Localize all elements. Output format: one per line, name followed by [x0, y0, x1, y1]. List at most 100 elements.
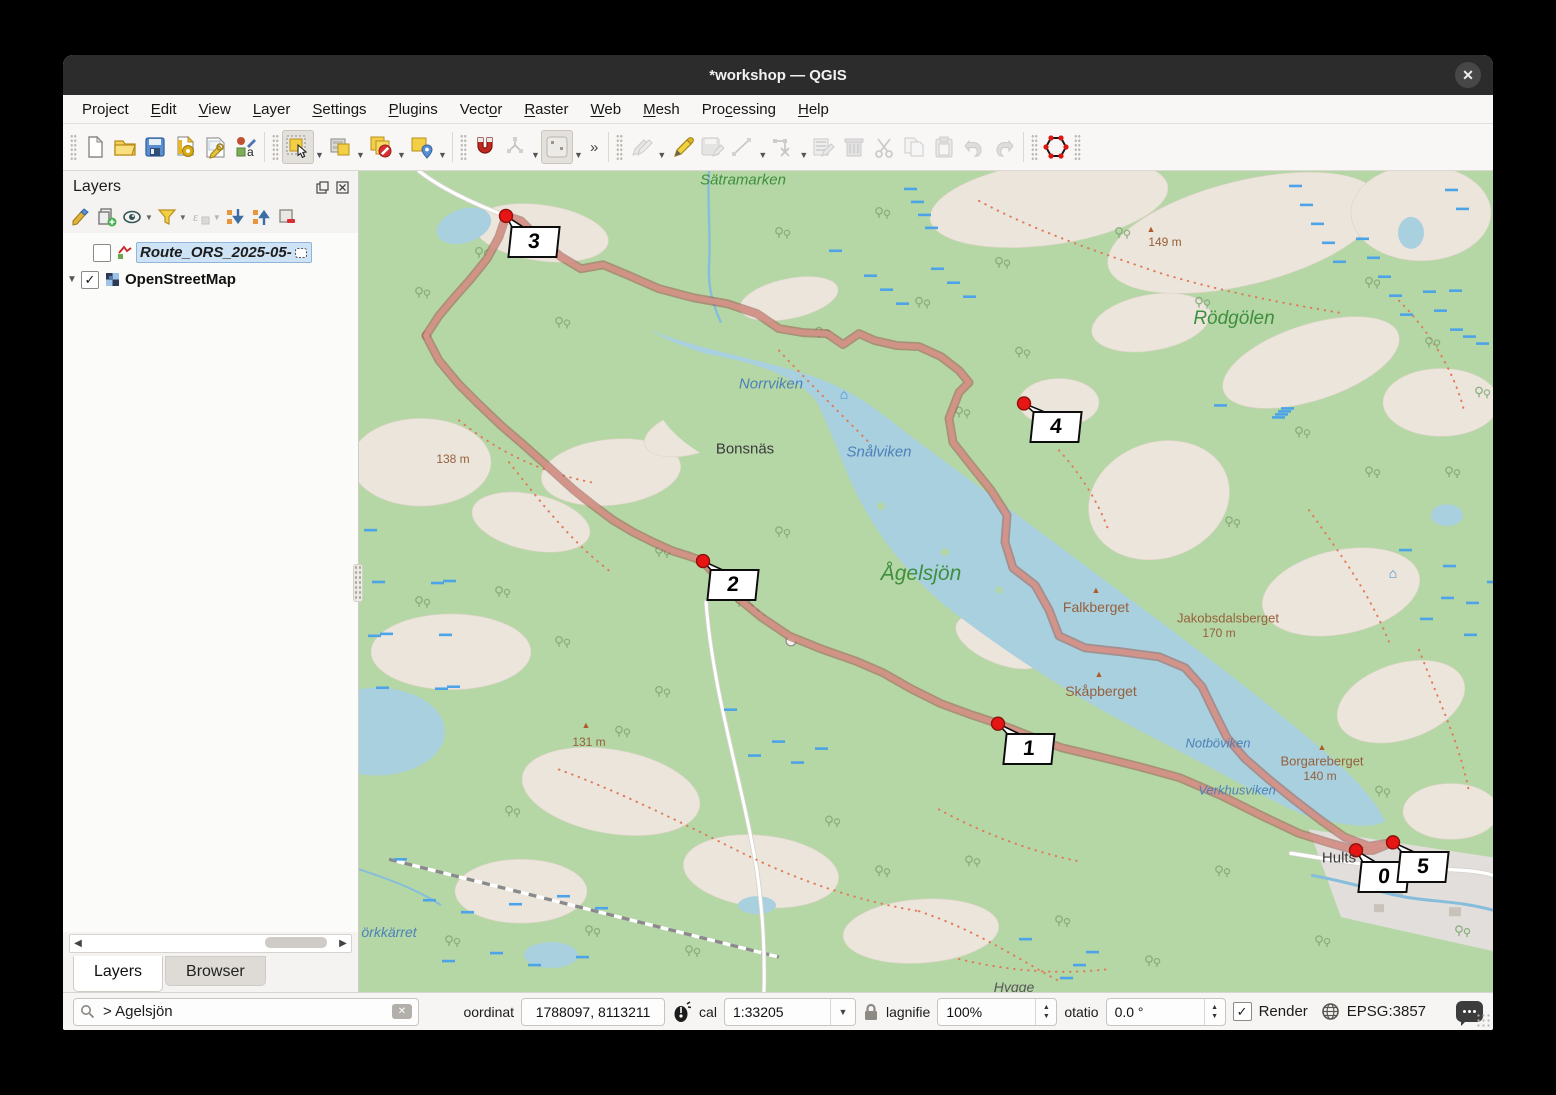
current-edits-dropdown[interactable]: ▼ [656, 128, 667, 167]
magnifier-down-arrow[interactable]: ▼ [1043, 1012, 1050, 1021]
window-resize-grip[interactable] [1476, 1013, 1490, 1027]
close-window-button[interactable]: ✕ [1455, 62, 1481, 88]
layer-row-route[interactable]: Route_ORS_2025-05- [63, 239, 358, 266]
deselect-features-button[interactable] [366, 131, 396, 163]
crs-status[interactable]: EPSG:3857 [1347, 1003, 1426, 1020]
deselect-features-dropdown[interactable]: ▼ [396, 128, 407, 167]
tab-browser[interactable]: Browser [165, 956, 266, 986]
new-project-button[interactable] [80, 131, 110, 163]
menu-raster[interactable]: Raster [513, 98, 579, 121]
toolbar-overflow-button[interactable]: » [584, 139, 604, 156]
show-layout-manager-button[interactable] [200, 131, 230, 163]
filter-legend-dropdown[interactable]: ▼ [179, 213, 187, 222]
advanced-digitizing-dropdown[interactable]: ▼ [573, 128, 584, 167]
remove-layer-icon[interactable] [275, 205, 299, 229]
magnifier-up-arrow[interactable]: ▲ [1043, 1003, 1050, 1012]
tab-layers[interactable]: Layers [73, 956, 164, 992]
menu-settings[interactable]: Settings [301, 98, 377, 121]
scale-combo[interactable]: 1:33205 ▼ [723, 997, 856, 1026]
toolbar-drag-handle[interactable] [1031, 134, 1039, 160]
current-edits-button[interactable] [626, 131, 656, 163]
layer-name-openstreetmap[interactable]: OpenStreetMap [125, 271, 236, 288]
new-print-layout-button[interactable] [170, 131, 200, 163]
select-by-value-dropdown[interactable]: ▼ [355, 128, 366, 167]
enable-snapping-button[interactable] [470, 131, 500, 163]
crs-globe-icon[interactable] [1321, 1002, 1340, 1021]
select-features-button[interactable] [282, 130, 314, 164]
rotation-spinbox[interactable]: 0.0 ° ▲ ▼ [1105, 997, 1226, 1026]
vertex-tool-button[interactable] [768, 131, 798, 163]
search-input[interactable] [101, 1002, 386, 1021]
float-panel-button[interactable] [314, 179, 330, 195]
toolbar-drag-handle[interactable] [272, 134, 279, 160]
coordinate-field[interactable]: 1788097, 8113211 [521, 997, 666, 1026]
scrollbar-thumb[interactable] [265, 937, 327, 948]
mouse-extents-toggle-icon[interactable] [672, 1000, 692, 1023]
filter-expression-dropdown[interactable]: ▼ [213, 213, 221, 222]
select-features-by-value-button[interactable] [325, 131, 355, 163]
toolbar-drag-handle[interactable] [1074, 134, 1082, 160]
toggle-editing-button[interactable] [667, 131, 697, 163]
redo-button[interactable] [989, 131, 1019, 163]
menu-web[interactable]: Web [580, 98, 633, 121]
vertex-tool-dropdown[interactable]: ▼ [798, 128, 809, 167]
filter-by-expression-icon[interactable]: ε [189, 205, 213, 229]
select-by-location-button[interactable] [407, 131, 437, 163]
layer-checkbox-openstreetmap[interactable]: ✓ [81, 270, 99, 289]
add-line-feature-button[interactable] [727, 131, 757, 163]
digitize-with-shape-button[interactable] [1041, 131, 1071, 163]
render-checkbox[interactable]: ✓ [1232, 1002, 1252, 1021]
advanced-digitizing-panel-button[interactable] [541, 130, 573, 164]
layer-row-openstreetmap[interactable]: ▼ ✓ OpenStreetMap [63, 266, 358, 293]
menu-plugins[interactable]: Plugins [378, 98, 449, 121]
layer-name-route[interactable]: Route_ORS_2025-05- [136, 242, 312, 263]
layer-expander[interactable]: ▼ [63, 274, 81, 285]
paste-features-button[interactable] [929, 131, 959, 163]
scroll-right-arrow[interactable]: ▶ [335, 938, 351, 949]
snapping-options-button[interactable] [500, 131, 530, 163]
add-group-icon[interactable] [95, 205, 119, 229]
rotation-up-arrow[interactable]: ▲ [1211, 1003, 1218, 1012]
filter-legend-icon[interactable] [155, 205, 179, 229]
panel-splitter-handle[interactable] [353, 564, 363, 602]
menu-vector[interactable]: Vector [449, 98, 514, 121]
save-project-button[interactable] [140, 131, 170, 163]
map-themes-dropdown[interactable]: ▼ [145, 213, 153, 222]
save-layer-edits-button[interactable] [697, 131, 727, 163]
menu-mesh[interactable]: Mesh [632, 98, 691, 121]
close-panel-button[interactable] [334, 179, 350, 195]
delete-selected-button[interactable] [839, 131, 869, 163]
toolbar-drag-handle[interactable] [70, 134, 77, 160]
rotation-down-arrow[interactable]: ▼ [1211, 1012, 1218, 1021]
clear-search-icon[interactable]: ✕ [392, 1004, 412, 1019]
modify-attributes-button[interactable] [809, 131, 839, 163]
menu-project[interactable]: Project [71, 98, 140, 121]
scale-dropdown-arrow[interactable]: ▼ [829, 998, 855, 1025]
menu-help[interactable]: Help [787, 98, 840, 121]
magnifier-spinbox[interactable]: 100% ▲ ▼ [937, 997, 1058, 1026]
menu-processing[interactable]: Processing [691, 98, 787, 121]
add-feature-dropdown[interactable]: ▼ [757, 128, 768, 167]
lock-scale-icon[interactable] [863, 1003, 879, 1021]
menu-view[interactable]: View [188, 98, 242, 121]
snapping-options-dropdown[interactable]: ▼ [530, 128, 541, 167]
menu-layer[interactable]: Layer [242, 98, 302, 121]
toolbar-drag-handle[interactable] [460, 134, 467, 160]
map-canvas[interactable]: Sätramarken ▲ 149 m Rödgölen Norrviken Bonsnä… [359, 171, 1493, 992]
menu-edit[interactable]: Edit [140, 98, 188, 121]
collapse-all-icon[interactable] [249, 205, 273, 229]
scroll-left-arrow[interactable]: ◀ [70, 938, 86, 949]
open-layer-styling-icon[interactable] [69, 205, 93, 229]
copy-features-button[interactable] [899, 131, 929, 163]
undo-button[interactable] [959, 131, 989, 163]
locator-search-box[interactable]: ✕ [73, 997, 419, 1026]
manage-map-themes-icon[interactable] [121, 205, 145, 229]
title-bar[interactable]: *workshop — QGIS ✕ [63, 55, 1493, 95]
select-by-location-dropdown[interactable]: ▼ [437, 128, 448, 167]
layer-checkbox-route[interactable] [93, 243, 111, 262]
select-features-dropdown[interactable]: ▼ [314, 128, 325, 167]
cut-features-button[interactable] [869, 131, 899, 163]
style-manager-button[interactable]: a [230, 131, 260, 163]
layers-horizontal-scrollbar[interactable]: ◀ ▶ [69, 934, 352, 953]
expand-all-icon[interactable] [223, 205, 247, 229]
